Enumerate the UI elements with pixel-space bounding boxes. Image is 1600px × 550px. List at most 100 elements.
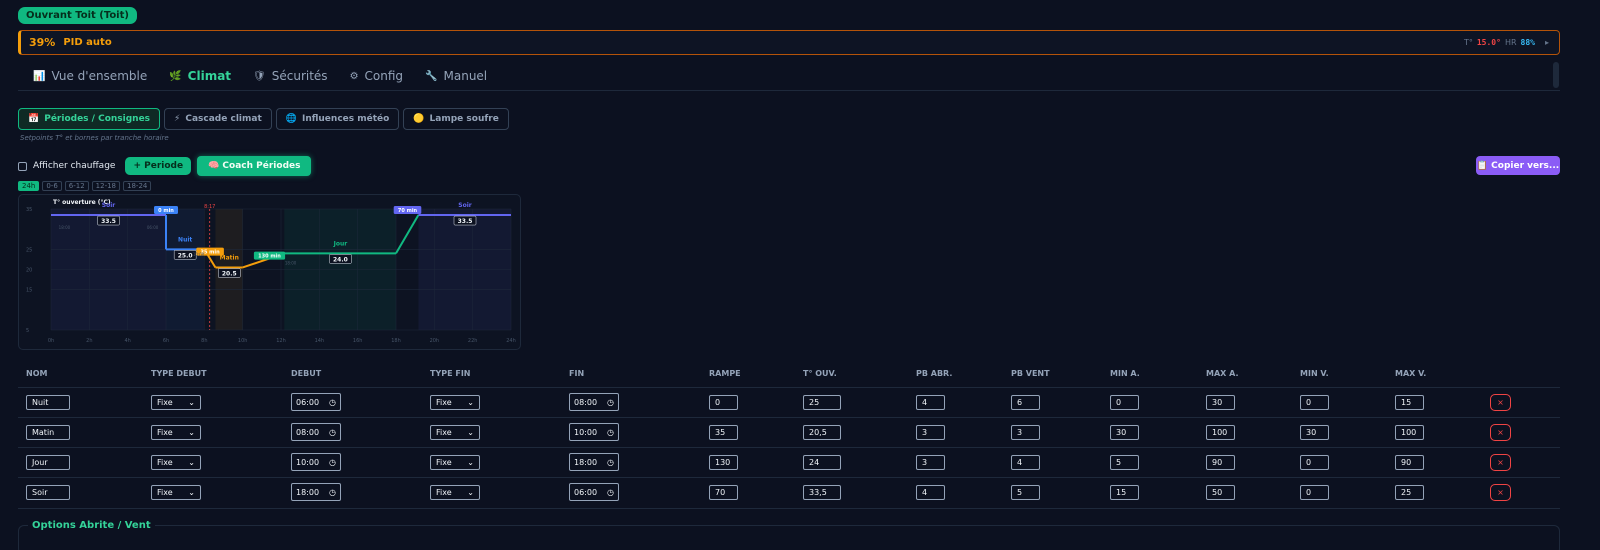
delete-row-button[interactable]: × — [1490, 424, 1511, 441]
end-type-select[interactable]: Fixe ⌄ — [430, 485, 480, 500]
temp-opening-input[interactable]: 33,5 — [803, 485, 841, 500]
start-time-input[interactable]: 18:00 ◷ — [291, 483, 341, 501]
max-wind-input[interactable]: 100 — [1395, 425, 1424, 440]
pb-wind-input[interactable]: 3 — [1011, 425, 1040, 440]
lightning-icon: ⚡ — [174, 114, 181, 124]
clock-icon[interactable]: ◷ — [329, 488, 336, 497]
clock-icon[interactable]: ◷ — [607, 398, 614, 407]
end-time-input[interactable]: 06:00 ◷ — [569, 483, 619, 501]
add-period-button[interactable]: + Periode — [125, 157, 192, 175]
tab-manual[interactable]: 🔧 Manuel — [425, 63, 487, 89]
pb-shelter-input[interactable]: 4 — [916, 395, 945, 410]
min-shelter-input[interactable]: 0 — [1110, 395, 1139, 410]
start-time-input[interactable]: 06:00 ◷ — [291, 393, 341, 411]
tab-safety[interactable]: 🛡 Sécurités — [253, 63, 328, 89]
calendar-icon: 📅 — [28, 114, 40, 124]
end-time-input[interactable]: 08:00 ◷ — [569, 393, 619, 411]
start-time-input[interactable]: 08:00 ◷ — [291, 423, 341, 441]
ramp-input[interactable]: 0 — [709, 395, 738, 410]
ramp-label: 70 min — [398, 208, 418, 214]
show-heating-checkbox[interactable] — [18, 161, 27, 171]
row-divider — [18, 477, 1560, 478]
range-18-24[interactable]: 18-24 — [123, 181, 152, 191]
chevron-down-icon: ⌄ — [188, 398, 195, 407]
min-shelter-input[interactable]: 30 — [1110, 425, 1139, 440]
clock-icon[interactable]: ◷ — [607, 458, 614, 467]
delete-row-button[interactable]: × — [1490, 454, 1511, 471]
temp-opening-input[interactable]: 25 — [803, 395, 841, 410]
end-type-select[interactable]: Fixe ⌄ — [430, 425, 480, 440]
max-wind-input[interactable]: 25 — [1395, 485, 1424, 500]
range-0-6[interactable]: 0-6 — [42, 181, 62, 191]
pb-wind-input[interactable]: 5 — [1011, 485, 1040, 500]
range-12-18[interactable]: 12-18 — [91, 181, 121, 191]
clock-icon[interactable]: ◷ — [329, 458, 336, 467]
end-type-select[interactable]: Fixe ⌄ — [430, 455, 480, 470]
min-wind-input[interactable]: 30 — [1300, 425, 1329, 440]
lamp-icon: 🟡 — [413, 114, 425, 124]
pb-shelter-input[interactable]: 3 — [916, 425, 945, 440]
max-wind-input[interactable]: 15 — [1395, 395, 1424, 410]
max-shelter-input[interactable]: 90 — [1206, 455, 1235, 470]
subtab-periods[interactable]: 📅 Périodes / Consignes — [18, 108, 161, 130]
tab-config[interactable]: ⚙ Config — [350, 63, 403, 89]
leaf-icon: 🌿 — [169, 70, 182, 82]
expand-arrow-icon[interactable]: ▸ — [1545, 38, 1549, 47]
name-input[interactable]: Jour — [26, 455, 70, 470]
subtab-weather[interactable]: 🌐 Influences météo — [275, 108, 400, 130]
temp-opening-input[interactable]: 20,5 — [803, 425, 841, 440]
tab-overview[interactable]: 📊 Vue d'ensemble — [33, 63, 147, 89]
ramp-input[interactable]: 70 — [709, 485, 738, 500]
end-type-select[interactable]: Fixe ⌄ — [430, 395, 480, 410]
start-type-select[interactable]: Fixe ⌄ — [151, 395, 201, 410]
pb-shelter-input[interactable]: 4 — [916, 485, 945, 500]
pb-wind-input[interactable]: 6 — [1011, 395, 1040, 410]
range-6-12[interactable]: 6-12 — [64, 181, 89, 191]
max-shelter-input[interactable]: 100 — [1206, 425, 1235, 440]
name-input[interactable]: Matin — [26, 425, 70, 440]
max-shelter-input[interactable]: 30 — [1206, 395, 1235, 410]
end-time-input[interactable]: 10:00 ◷ — [569, 423, 619, 441]
start-time-input[interactable]: 10:00 ◷ — [291, 453, 341, 471]
subtab-lamp[interactable]: 🟡 Lampe soufre — [403, 108, 509, 130]
chevron-down-icon: ⌄ — [188, 488, 195, 497]
pb-wind-input[interactable]: 4 — [1011, 455, 1040, 470]
range-selector: 24h 0-6 6-12 12-18 18-24 — [18, 181, 152, 191]
range-24h[interactable]: 24h — [18, 181, 40, 191]
start-type-select[interactable]: Fixe ⌄ — [151, 425, 201, 440]
end-type-value: Fixe — [436, 458, 452, 467]
clock-icon[interactable]: ◷ — [329, 398, 336, 407]
start-time-value: 08:00 — [296, 427, 320, 437]
min-wind-input[interactable]: 0 — [1300, 455, 1329, 470]
ramp-input[interactable]: 35 — [709, 425, 738, 440]
tab-climate[interactable]: 🌿 Climat — [169, 63, 231, 89]
scrollbar[interactable] — [1553, 62, 1559, 88]
name-input[interactable]: Soir — [26, 485, 70, 500]
delete-row-button[interactable]: × — [1490, 394, 1511, 411]
shield-icon: 🛡 — [253, 70, 266, 82]
temp-opening-input[interactable]: 24 — [803, 455, 841, 470]
periods-chart: 5 15 20 25 35 0h 2h 4h 6h 8h 10h 12h 14h 16h 18h 20h 22h… — [18, 194, 521, 350]
max-wind-input[interactable]: 90 — [1395, 455, 1424, 470]
max-shelter-input[interactable]: 50 — [1206, 485, 1235, 500]
period-time-label: 10:00 — [193, 252, 205, 257]
clock-icon[interactable]: ◷ — [607, 488, 614, 497]
start-type-select[interactable]: Fixe ⌄ — [151, 485, 201, 500]
clock-icon[interactable]: ◷ — [329, 428, 336, 437]
table-header: DEBUT — [291, 369, 322, 378]
end-time-input[interactable]: 18:00 ◷ — [569, 453, 619, 471]
coach-periods-button[interactable]: 🧠 Coach Périodes — [197, 156, 312, 176]
name-input[interactable]: Nuit — [26, 395, 70, 410]
min-wind-input[interactable]: 0 — [1300, 395, 1329, 410]
x-tick-label: 6h — [163, 338, 169, 344]
subtab-cascade[interactable]: ⚡ Cascade climat — [164, 108, 272, 130]
start-type-select[interactable]: Fixe ⌄ — [151, 455, 201, 470]
copy-to-button[interactable]: 📋 Copier vers... — [1476, 156, 1560, 175]
clock-icon[interactable]: ◷ — [607, 428, 614, 437]
delete-row-button[interactable]: × — [1490, 484, 1511, 501]
min-shelter-input[interactable]: 15 — [1110, 485, 1139, 500]
ramp-input[interactable]: 130 — [709, 455, 738, 470]
min-shelter-input[interactable]: 5 — [1110, 455, 1139, 470]
pb-shelter-input[interactable]: 3 — [916, 455, 945, 470]
min-wind-input[interactable]: 0 — [1300, 485, 1329, 500]
